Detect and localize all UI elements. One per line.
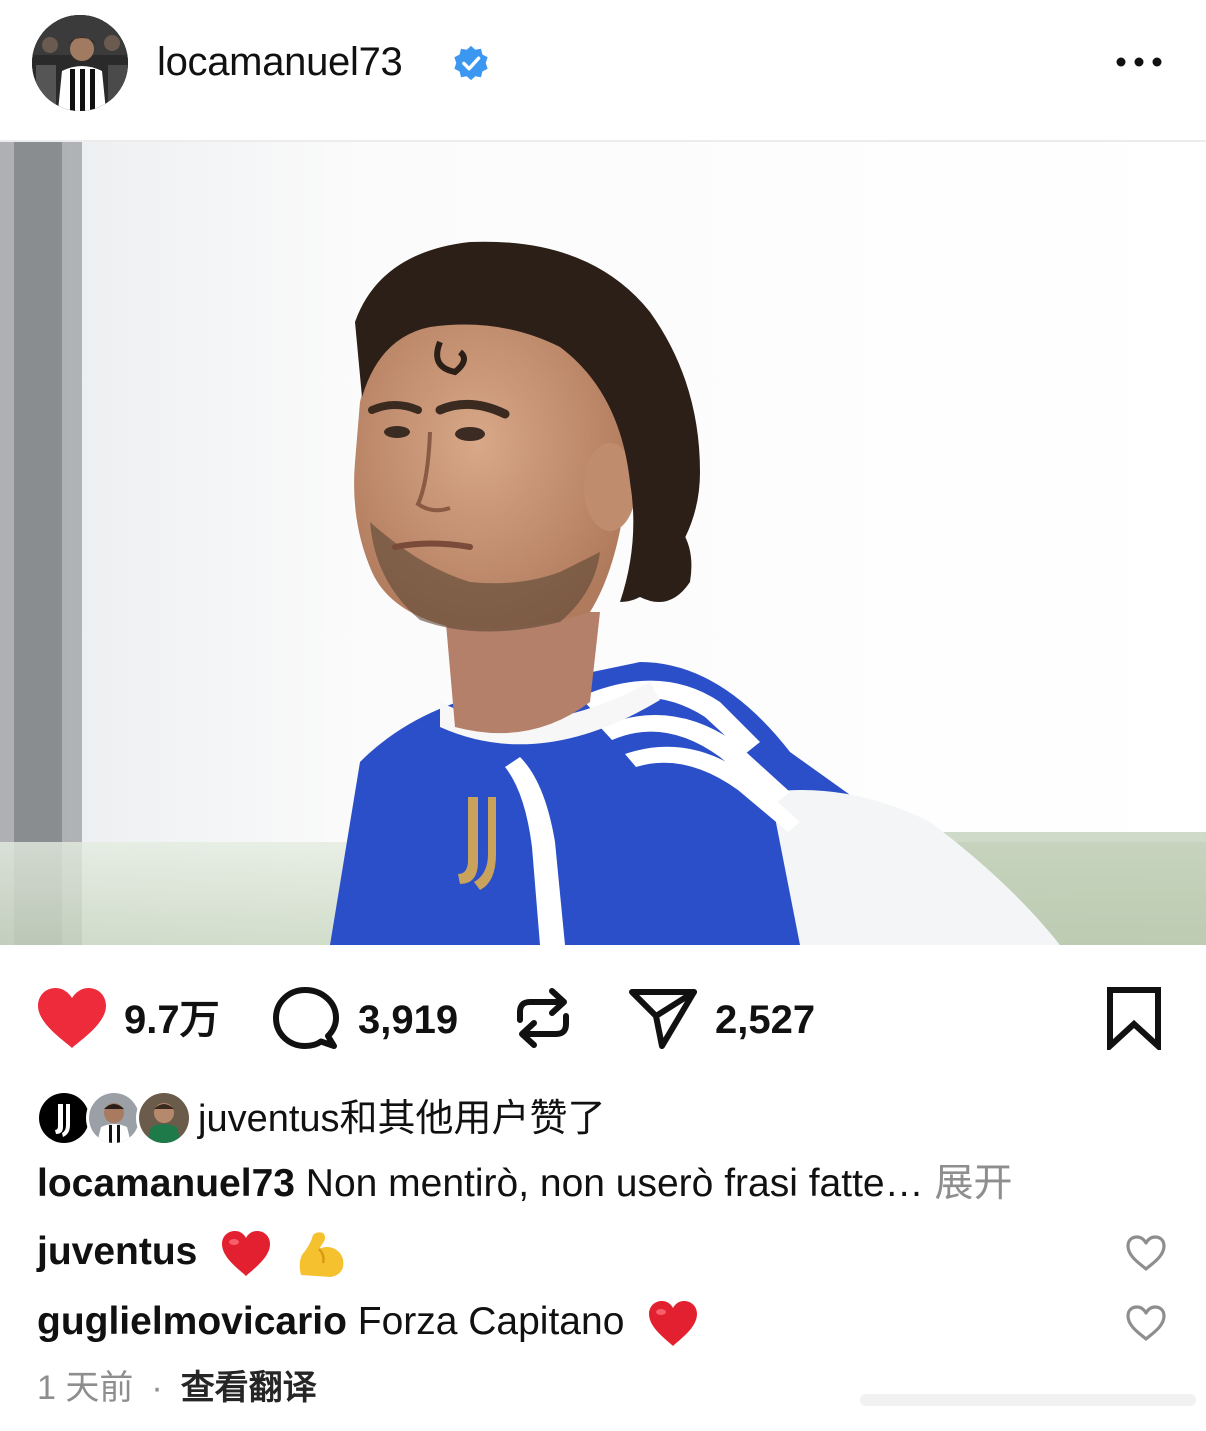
flexed-biceps-emoji-icon bbox=[299, 1232, 344, 1277]
author-avatar[interactable] bbox=[32, 15, 128, 111]
see-translation-link[interactable]: 查看翻译 bbox=[181, 1369, 317, 1407]
liked-by-row[interactable]: juventus和其他用户赞了 bbox=[36, 1090, 1136, 1150]
post-photo[interactable] bbox=[0, 142, 1206, 945]
post-photo-illustration bbox=[0, 142, 1206, 945]
comments-count[interactable]: 3,919 bbox=[358, 998, 458, 1042]
shares-count[interactable]: 2,527 bbox=[715, 998, 815, 1042]
repost-icon[interactable] bbox=[512, 984, 574, 1052]
comment-like-icon[interactable] bbox=[1125, 1234, 1167, 1272]
post-action-bar: 9.7万 3,919 2,527 bbox=[0, 960, 1206, 1070]
send-icon[interactable] bbox=[628, 986, 698, 1050]
post-header: locamanuel73 bbox=[0, 0, 1206, 142]
red-heart-emoji-icon bbox=[649, 1300, 698, 1346]
comment-like-icon[interactable] bbox=[1125, 1304, 1167, 1342]
likes-count[interactable]: 9.7万 bbox=[124, 998, 220, 1042]
liker-avatar-3 bbox=[136, 1090, 192, 1146]
caption-username[interactable]: locamanuel73 bbox=[37, 1162, 295, 1205]
liker-avatar-2 bbox=[86, 1090, 142, 1146]
more-horizontal-icon[interactable] bbox=[1112, 46, 1166, 78]
post-timestamp: 1 天前 bbox=[37, 1369, 134, 1407]
bookmark-icon[interactable] bbox=[1104, 986, 1164, 1050]
heart-filled-icon[interactable] bbox=[36, 986, 108, 1050]
comment-row: juventus bbox=[37, 1228, 347, 1279]
liker-photo-3 bbox=[139, 1093, 189, 1143]
liker-photo-2 bbox=[89, 1093, 139, 1143]
home-indicator bbox=[860, 1394, 1196, 1406]
juventus-logo-icon bbox=[39, 1093, 89, 1143]
comment-username[interactable]: guglielmovicario bbox=[37, 1300, 347, 1343]
liker-avatar-juventus bbox=[36, 1090, 92, 1146]
post-footer: 1 天前 · 查看翻译 bbox=[37, 1366, 317, 1410]
author-username[interactable]: locamanuel73 bbox=[157, 38, 403, 86]
liked-by-text: juventus和其他用户赞了 bbox=[198, 1098, 606, 1140]
footer-separator: · bbox=[151, 1369, 163, 1407]
author-avatar-image bbox=[32, 15, 128, 111]
post-caption: locamanuel73 Non mentirò, non userò fras… bbox=[37, 1160, 1012, 1208]
caption-text: Non mentirò, non userò frasi fatte… bbox=[294, 1162, 924, 1205]
comment-row: guglielmovicario Forza Capitano bbox=[37, 1298, 699, 1348]
verified-badge-icon bbox=[454, 45, 488, 81]
red-heart-emoji-icon bbox=[222, 1230, 271, 1276]
comment-icon[interactable] bbox=[272, 986, 340, 1050]
caption-expand-link[interactable]: 展开 bbox=[924, 1162, 1012, 1205]
comment-text: Forza Capitano bbox=[346, 1300, 625, 1343]
comment-username[interactable]: juventus bbox=[37, 1230, 197, 1273]
